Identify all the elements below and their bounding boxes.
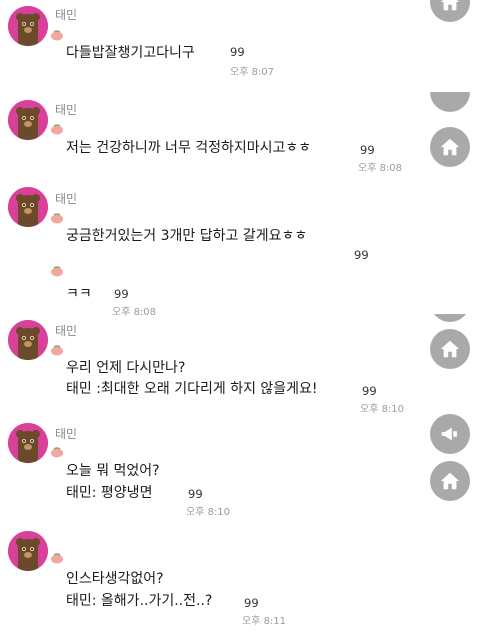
message-text: 태민: 평양냉면 xyxy=(66,485,153,501)
unread-count: 99 xyxy=(362,384,377,398)
peach-badge-icon xyxy=(51,345,63,356)
avatar[interactable] xyxy=(8,100,48,140)
megaphone-icon xyxy=(441,427,457,441)
home-icon xyxy=(440,472,460,490)
home-button[interactable] xyxy=(430,127,470,167)
megaphone-button[interactable] xyxy=(430,92,470,112)
peach-badge-icon xyxy=(51,553,63,564)
megaphone-button[interactable] xyxy=(430,414,470,454)
bear-avatar-icon xyxy=(8,100,48,140)
home-button[interactable] xyxy=(430,0,470,22)
sender-name: 태민 xyxy=(55,324,78,338)
peach-badge-icon xyxy=(51,213,63,224)
message-text: 다들밥잘챙기고다니구 xyxy=(66,45,195,61)
unread-count: 99 xyxy=(354,248,369,262)
bear-avatar-icon xyxy=(8,187,48,227)
sender-name: 태민 xyxy=(55,103,78,117)
bear-avatar-icon xyxy=(8,320,48,360)
sender-name: 태민 xyxy=(55,8,78,22)
message-text: 우리 언제 다시만나? xyxy=(66,360,186,376)
message-time: 오후 8:10 xyxy=(186,507,231,518)
home-button[interactable] xyxy=(430,329,470,369)
unread-count: 99 xyxy=(360,143,375,157)
avatar[interactable] xyxy=(8,531,48,571)
bear-avatar-icon xyxy=(8,6,48,46)
home-button[interactable] xyxy=(430,461,470,501)
home-icon xyxy=(440,340,460,358)
message-time: 오후 8:08 xyxy=(112,307,157,318)
home-icon xyxy=(440,0,460,11)
peach-badge-icon xyxy=(51,30,63,41)
sender-name: 태민 xyxy=(55,427,78,441)
peach-badge-icon xyxy=(51,266,63,277)
message-time: 오후 8:10 xyxy=(360,404,405,415)
sender-name: 태민 xyxy=(55,192,78,206)
message-text: ㅋㅋ xyxy=(66,286,92,302)
peach-badge-icon xyxy=(51,447,63,458)
unread-count: 99 xyxy=(188,487,203,501)
message-time: 오후 8:08 xyxy=(358,163,403,174)
avatar[interactable] xyxy=(8,423,48,463)
message-text: 인스타생각없어? xyxy=(66,571,164,587)
unread-count: 99 xyxy=(114,287,129,301)
avatar[interactable] xyxy=(8,6,48,46)
message-text: 저는 건강하니까 너무 걱정하지마시고ㅎㅎ xyxy=(66,140,312,156)
avatar[interactable] xyxy=(8,187,48,227)
message-text: 태민 :최대한 오래 기다리게 하지 않을게요! xyxy=(66,381,318,397)
peach-badge-icon xyxy=(51,124,63,135)
message-time: 오후 8:07 xyxy=(230,67,275,78)
unread-count: 99 xyxy=(244,596,259,610)
home-button[interactable] xyxy=(430,314,470,322)
home-icon xyxy=(440,138,460,156)
message-text: 태민: 올해가..가기..전..? xyxy=(66,593,213,609)
bear-avatar-icon xyxy=(8,423,48,463)
unread-count: 99 xyxy=(230,45,245,59)
avatar[interactable] xyxy=(8,320,48,360)
message-text: 오늘 뭐 먹었어? xyxy=(66,463,160,479)
message-time: 오후 8:11 xyxy=(242,616,287,627)
message-text: 궁금한거있는거 3개만 답하고 갈게요ㅎㅎ xyxy=(66,228,308,244)
bear-avatar-icon xyxy=(8,531,48,571)
